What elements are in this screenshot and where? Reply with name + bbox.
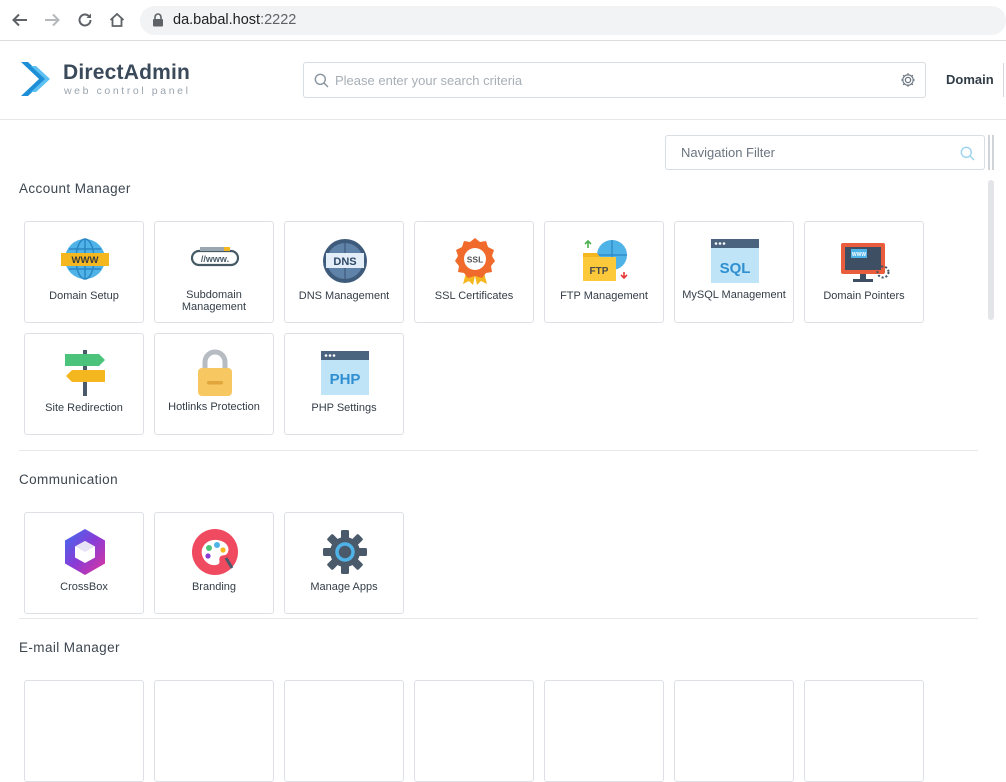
navigation-filter[interactable] [665, 135, 985, 170]
dns-globe-icon: DNS [323, 239, 367, 283]
url-text: da.babal.host:2222 [173, 12, 296, 28]
search-input[interactable] [335, 63, 895, 97]
tile-label: Manage Apps [310, 581, 378, 593]
url-host: da.babal.host [173, 12, 261, 28]
monitor-www-icon: WWW [841, 243, 890, 282]
tile-email-partial[interactable] [284, 680, 404, 782]
back-arrow-icon [12, 13, 27, 27]
svg-text:WWW: WWW [72, 255, 99, 266]
global-search[interactable] [303, 62, 926, 98]
reload-icon [78, 13, 92, 27]
tile-site-redirection[interactable]: Site Redirection [24, 333, 144, 435]
app-header: DirectAdmin web control panel Domain [0, 41, 1006, 120]
back-button[interactable] [9, 9, 31, 31]
navigation-filter-input[interactable] [681, 136, 951, 169]
svg-text:SQL: SQL [720, 260, 751, 277]
svg-text://www.: //www. [201, 254, 229, 264]
tile-php-settings[interactable]: PHP PHP Settings [284, 333, 404, 435]
tile-email-partial[interactable] [154, 680, 274, 782]
sql-window-icon: SQL [711, 239, 759, 283]
logo-subtitle: web control panel [64, 85, 191, 97]
tile-ssl-certificates[interactable]: SSL SSL Certificates [414, 221, 534, 323]
search-icon [314, 73, 329, 88]
forward-arrow-icon [45, 13, 60, 27]
paint-palette-icon [192, 529, 238, 575]
tile-label: SSL Certificates [434, 290, 514, 302]
reload-button[interactable] [74, 9, 96, 31]
panel-resize-grip[interactable] [988, 135, 994, 170]
address-bar[interactable]: da.babal.host:2222 [140, 6, 1006, 35]
tile-mysql-management[interactable]: SQL MySQL Management [674, 221, 794, 323]
tile-domain-setup[interactable]: WWW Domain Setup [24, 221, 144, 323]
subdomain-www-icon: //www. [190, 247, 240, 267]
gear-apps-icon [323, 530, 367, 574]
search-icon [960, 146, 975, 161]
tile-domain-pointers[interactable]: WWW Domain Pointers [804, 221, 924, 323]
tile-label: Site Redirection [45, 402, 123, 414]
svg-text:DNS: DNS [333, 256, 356, 268]
browser-toolbar: da.babal.host:2222 [0, 0, 1006, 41]
home-button[interactable] [106, 9, 128, 31]
logo-title: DirectAdmin [63, 61, 191, 84]
tile-email-partial[interactable] [674, 680, 794, 782]
ftp-folder-icon: FTP [583, 239, 628, 281]
tile-email-partial[interactable] [544, 680, 664, 782]
tile-label: Branding [191, 581, 237, 593]
tile-label: DNS Management [298, 290, 390, 302]
svg-text:PHP: PHP [330, 371, 361, 388]
tile-label: Domain Setup [49, 290, 119, 302]
php-window-icon: PHP [321, 351, 369, 395]
url-port: :2222 [260, 12, 297, 28]
section-title-communication: Communication [19, 472, 118, 487]
tile-subdomain-management[interactable]: //www. Subdomain Management [154, 221, 274, 323]
section-divider [19, 618, 978, 619]
section-title-email-manager: E-mail Manager [19, 640, 120, 655]
tile-dns-management[interactable]: DNS DNS Management [284, 221, 404, 323]
tile-email-partial[interactable] [414, 680, 534, 782]
tile-ftp-management[interactable]: FTP FTP Management [544, 221, 664, 323]
domain-selector[interactable]: Domain [946, 72, 994, 87]
lock-icon [153, 13, 163, 27]
header-divider [1003, 63, 1004, 97]
tile-label: PHP Settings [311, 402, 377, 414]
tile-label: MySQL Management [682, 289, 786, 301]
ssl-badge-icon: SSL [455, 238, 495, 285]
tile-label: Subdomain Management [181, 289, 247, 313]
padlock-icon [198, 349, 232, 396]
tile-hotlinks-protection[interactable]: Hotlinks Protection [154, 333, 274, 435]
svg-text:WWW: WWW [852, 252, 866, 258]
forward-button[interactable] [41, 9, 63, 31]
svg-text:FTP: FTP [590, 266, 609, 277]
tile-label: FTP Management [560, 290, 648, 302]
section-divider [19, 450, 978, 451]
tile-label: Hotlinks Protection [168, 401, 260, 413]
crossbox-hexagon-icon [65, 529, 105, 575]
tile-manage-apps[interactable]: Manage Apps [284, 512, 404, 614]
tile-email-partial[interactable] [804, 680, 924, 782]
logo-chevron-icon [21, 62, 50, 96]
gear-icon[interactable] [900, 72, 916, 88]
signpost-icon [65, 350, 105, 396]
tile-label: CrossBox [60, 581, 108, 593]
globe-www-icon: WWW [61, 238, 109, 280]
scrollbar[interactable] [988, 180, 994, 680]
tile-label: Domain Pointers [823, 290, 905, 302]
scrollbar-thumb[interactable] [988, 180, 994, 320]
tile-crossbox[interactable]: CrossBox [24, 512, 144, 614]
section-title-account-manager: Account Manager [19, 181, 131, 196]
tile-branding[interactable]: Branding [154, 512, 274, 614]
tile-email-partial[interactable] [24, 680, 144, 782]
svg-text:SSL: SSL [467, 255, 484, 265]
home-icon [109, 12, 125, 27]
